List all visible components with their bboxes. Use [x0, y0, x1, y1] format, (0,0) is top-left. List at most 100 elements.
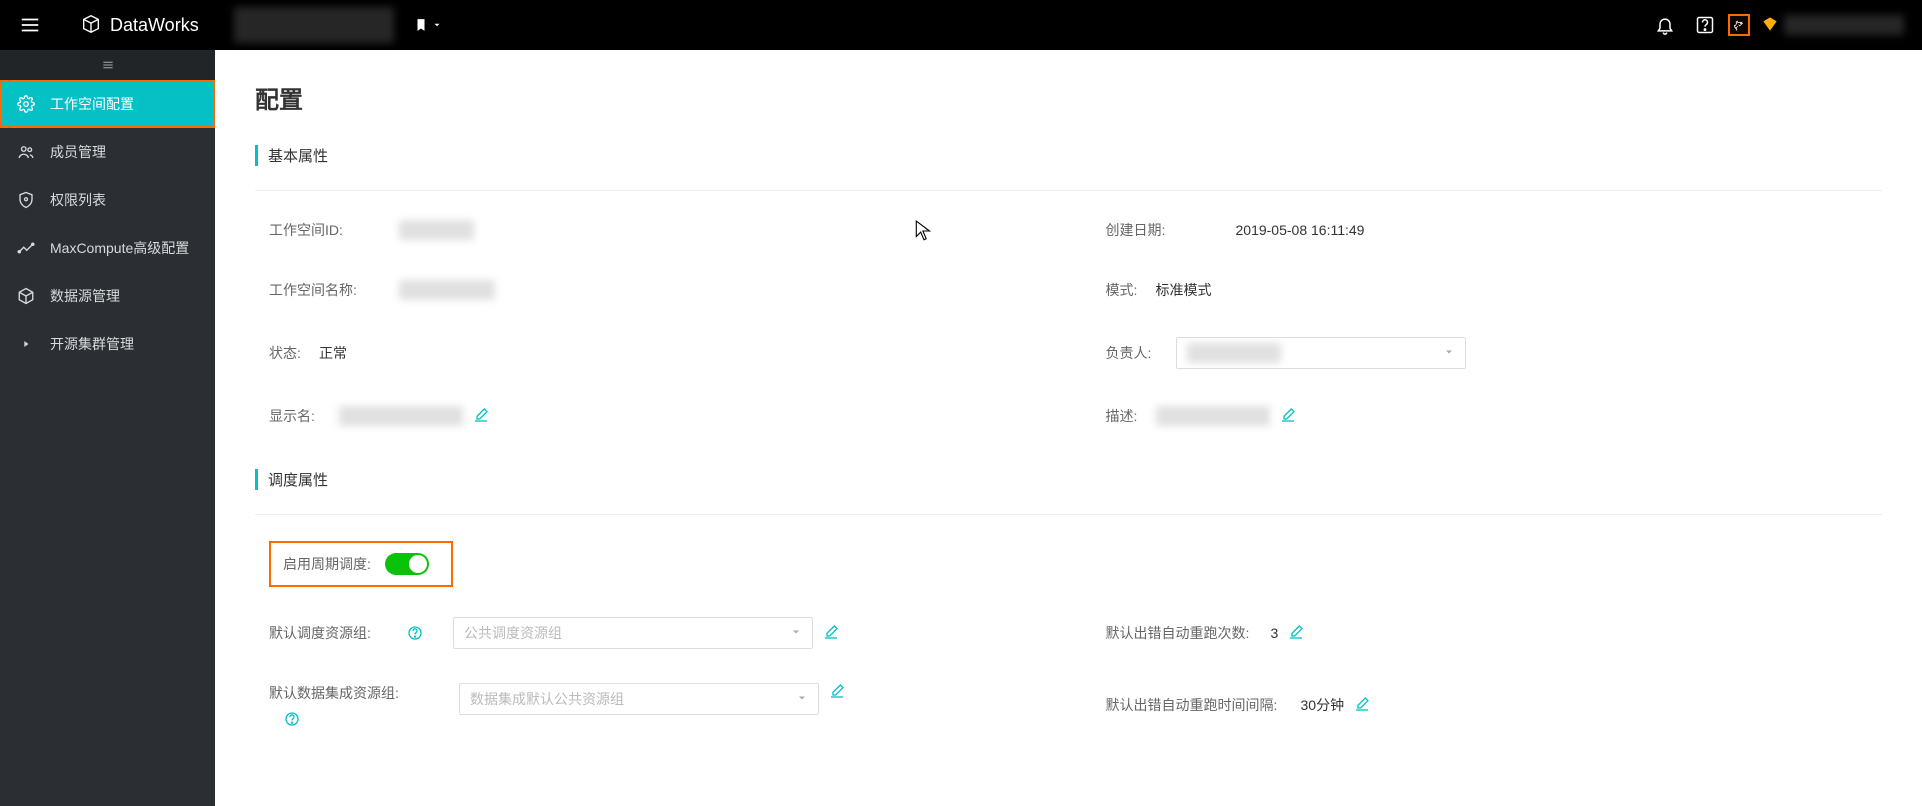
field-workspace-name: 工作空间名称: xxxxxxxx [269, 277, 1046, 303]
sidebar-item-label: 权限列表 [50, 190, 106, 210]
field-status: 状态: 正常 [269, 337, 1046, 369]
sidebar-item-member-mgmt[interactable]: 成员管理 [0, 128, 215, 176]
help-icon[interactable] [407, 625, 423, 641]
retry-interval-value: 30分钟 [1301, 695, 1345, 715]
hamburger-icon [19, 14, 41, 36]
section-schedule: 调度属性 启用周期调度: 默认调度资源组: 公共调度资源组 [255, 469, 1882, 727]
collapse-icon [100, 57, 116, 73]
select-placeholder: 公共调度资源组 [464, 623, 562, 643]
edit-retry-count-button[interactable] [1288, 624, 1304, 643]
topbar-actions [1654, 14, 1922, 36]
bookmark-icon [414, 18, 428, 32]
edit-retry-interval-button[interactable] [1354, 696, 1370, 715]
sidebar-item-label: 成员管理 [50, 142, 106, 162]
edit-di-res-button[interactable] [829, 683, 845, 702]
divider [255, 190, 1882, 191]
settings-icon[interactable] [1728, 14, 1750, 36]
sidebar-collapse-toggle[interactable] [0, 50, 215, 80]
field-label: 显示名: [269, 406, 339, 426]
path-icon [16, 239, 36, 257]
sidebar-item-datasource-mgmt[interactable]: 数据源管理 [0, 272, 215, 320]
field-workspace-id: 工作空间ID: xxxxx [269, 217, 1046, 243]
field-label: 创建日期: [1106, 220, 1236, 240]
sidebar-item-workspace-config[interactable]: 工作空间配置 [0, 80, 215, 128]
user-menu[interactable] [1762, 15, 1904, 35]
display-name-value: xx [339, 406, 463, 426]
breadcrumb [234, 7, 442, 43]
sidebar-item-label: MaxCompute高级配置 [50, 238, 189, 258]
edit-display-name-button[interactable] [473, 407, 489, 426]
help-icon[interactable] [1694, 14, 1716, 36]
workspace-id-value: xxxxx [399, 220, 474, 240]
field-display-name: 显示名: xx [269, 403, 1046, 429]
vip-icon [1762, 16, 1778, 35]
cube-icon [16, 287, 36, 305]
chevron-down-icon [1443, 345, 1455, 361]
sidebar: 工作空间配置 成员管理 权限列表 MaxCompute高级配置 数据源管理 开源… [0, 50, 215, 806]
status-value: 正常 [319, 343, 347, 363]
caret-right-icon [16, 339, 36, 349]
field-label: 模式: [1106, 280, 1156, 300]
brand-name: DataWorks [110, 15, 199, 36]
sidebar-item-label: 开源集群管理 [50, 334, 134, 354]
retry-count-value: 3 [1271, 625, 1279, 641]
field-label: 默认调度资源组: [269, 623, 399, 643]
field-label: 默认出错自动重跑次数: [1106, 623, 1271, 643]
sidebar-item-label: 工作空间配置 [50, 94, 134, 114]
owner-select[interactable]: xx [1176, 337, 1466, 369]
section-heading-basic: 基本属性 [255, 145, 1882, 166]
field-label: 工作空间ID: [269, 220, 399, 240]
edit-description-button[interactable] [1280, 407, 1296, 426]
create-time-value: 2019-05-08 16:11:49 [1236, 222, 1365, 238]
periodic-schedule-toggle[interactable] [385, 553, 429, 575]
main-content: 配置 基本属性 工作空间ID: xxxxx 创建日期: 2019-05-08 1… [215, 50, 1922, 806]
menu-toggle[interactable] [0, 0, 60, 50]
field-default-sched-res: 默认调度资源组: 公共调度资源组 [269, 617, 1046, 649]
field-label: 默认出错自动重跑时间间隔: [1106, 695, 1301, 715]
field-retry-interval: 默认出错自动重跑时间间隔: 30分钟 [1106, 683, 1883, 727]
field-label: 状态: [269, 343, 319, 363]
sidebar-item-permission-list[interactable]: 权限列表 [0, 176, 215, 224]
page-title: 配置 [255, 80, 1882, 115]
bookmark-dropdown[interactable] [414, 18, 442, 32]
edit-sched-res-button[interactable] [823, 624, 839, 643]
field-description: 描述: xx [1106, 403, 1883, 429]
sidebar-item-label: 数据源管理 [50, 286, 120, 306]
workspace-name-value: xxxxxxxx [399, 280, 495, 300]
select-placeholder: 数据集成默认公共资源组 [470, 689, 624, 709]
help-icon[interactable] [284, 711, 429, 727]
description-value: xx [1156, 406, 1270, 426]
breadcrumb-segment [234, 7, 394, 43]
section-heading-schedule: 调度属性 [255, 469, 1882, 490]
topbar: DataWorks [0, 0, 1922, 50]
periodic-schedule-row: 启用周期调度: [269, 541, 453, 587]
field-mode: 模式: 标准模式 [1106, 277, 1883, 303]
field-label: 工作空间名称: [269, 280, 399, 300]
field-label: 默认数据集成资源组: [269, 683, 429, 703]
shield-icon [16, 191, 36, 209]
sidebar-item-mc-adv-config[interactable]: MaxCompute高级配置 [0, 224, 215, 272]
default-di-res-select[interactable]: 数据集成默认公共资源组 [459, 683, 819, 715]
field-owner: 负责人: xx [1106, 337, 1883, 369]
chevron-down-icon [790, 625, 802, 641]
divider [255, 514, 1882, 515]
brand[interactable]: DataWorks [60, 13, 219, 38]
owner-value: xx [1187, 343, 1281, 363]
chevron-down-icon [432, 20, 442, 30]
section-basic: 基本属性 工作空间ID: xxxxx 创建日期: 2019-05-08 16:1… [255, 145, 1882, 429]
field-label: 描述: [1106, 406, 1156, 426]
field-create-time: 创建日期: 2019-05-08 16:11:49 [1106, 217, 1883, 243]
gear-icon [16, 95, 36, 113]
brand-icon [80, 13, 102, 38]
mode-value: 标准模式 [1156, 280, 1212, 300]
default-sched-res-select[interactable]: 公共调度资源组 [453, 617, 813, 649]
field-label: 负责人: [1106, 343, 1176, 363]
sidebar-item-oss-cluster-mgmt[interactable]: 开源集群管理 [0, 320, 215, 368]
chevron-down-icon [796, 691, 808, 707]
field-label: 启用周期调度: [283, 554, 371, 574]
field-default-di-res: 默认数据集成资源组: 数据集成默认公共资源组 [269, 683, 1046, 727]
user-name [1784, 15, 1904, 35]
users-icon [16, 143, 36, 161]
field-retry-count: 默认出错自动重跑次数: 3 [1106, 617, 1883, 649]
notifications-icon[interactable] [1654, 14, 1676, 36]
